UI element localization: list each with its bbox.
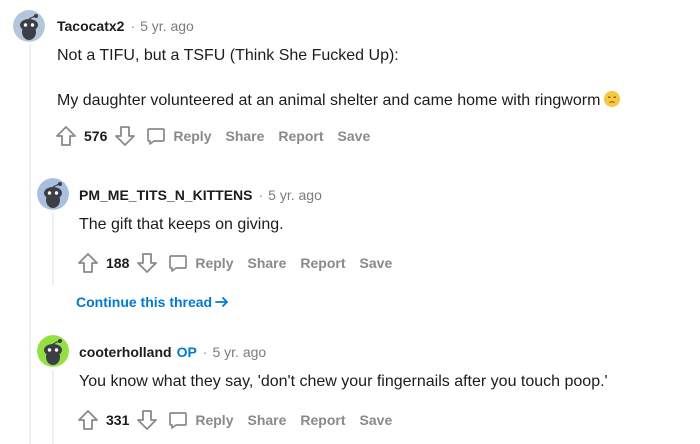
report-button[interactable]: Report (300, 255, 345, 271)
comment-meta: PM_ME_TITS_N_KITTENS · 5 yr. ago (79, 187, 322, 203)
avatar[interactable] (13, 10, 45, 42)
save-button[interactable]: Save (360, 412, 393, 428)
comment-meta: Tacocatx2 · 5 yr. ago (57, 18, 194, 34)
arrow-right-icon (215, 297, 229, 307)
comment-actions: 188 Reply Share Report Save (76, 251, 392, 275)
upvote-arrow-icon[interactable] (54, 124, 78, 148)
reply-label: Reply (195, 255, 234, 271)
save-button[interactable]: Save (360, 255, 393, 271)
comment-meta: cooterholland OP · 5 yr. ago (79, 344, 266, 360)
separator-dot: · (258, 187, 264, 203)
share-button[interactable]: Share (225, 128, 264, 144)
comment-text-content: My daughter volunteered at an animal she… (57, 92, 601, 109)
vote-score: 188 (106, 255, 130, 271)
timestamp[interactable]: 5 yr. ago (140, 18, 194, 34)
vote-score: 331 (106, 412, 130, 428)
snoo-avatar-icon (37, 335, 69, 367)
op-badge: OP (176, 344, 197, 360)
reply-label: Reply (173, 128, 212, 144)
thread-line-child[interactable] (52, 213, 54, 285)
upvote-arrow-icon[interactable] (76, 408, 100, 432)
report-button[interactable]: Report (300, 412, 345, 428)
thread-line-op[interactable] (52, 370, 54, 444)
snoo-avatar-icon (13, 10, 45, 42)
unamused-face-emoji-icon (604, 91, 621, 107)
avatar[interactable] (37, 178, 69, 210)
username[interactable]: PM_ME_TITS_N_KITTENS (79, 187, 252, 203)
comment-text-line: Not a TIFU, but a TSFU (Think She Fucked… (57, 47, 399, 64)
comment-text-line: You know what they say, 'don't chew your… (79, 373, 608, 390)
share-button[interactable]: Share (247, 255, 286, 271)
downvote-arrow-icon[interactable] (135, 251, 159, 275)
username[interactable]: cooterholland (79, 344, 172, 360)
separator-dot: · (130, 18, 136, 34)
downvote-arrow-icon[interactable] (113, 124, 137, 148)
reply-button[interactable]: Reply (167, 252, 233, 274)
downvote-arrow-icon[interactable] (135, 408, 159, 432)
continue-thread-label: Continue this thread (76, 294, 213, 310)
comment-text-line: My daughter volunteered at an animal she… (57, 91, 621, 110)
timestamp[interactable]: 5 yr. ago (212, 344, 266, 360)
username[interactable]: Tacocatx2 (57, 18, 124, 34)
vote-score: 576 (84, 128, 108, 144)
thread-line-root[interactable] (29, 44, 31, 444)
upvote-arrow-icon[interactable] (76, 251, 100, 275)
comment-bubble-icon (169, 412, 188, 429)
reply-button[interactable]: Reply (167, 409, 233, 431)
comment-text-line: The gift that keeps on giving. (79, 216, 284, 233)
share-button[interactable]: Share (247, 412, 286, 428)
separator-dot: · (202, 344, 208, 360)
continue-thread-link[interactable]: Continue this thread (76, 294, 229, 310)
avatar[interactable] (37, 335, 69, 367)
comment-bubble-icon (169, 255, 188, 272)
reply-label: Reply (195, 412, 234, 428)
timestamp[interactable]: 5 yr. ago (268, 187, 322, 203)
comment-actions: 576 Reply Share Report Save (54, 124, 370, 148)
snoo-avatar-icon (37, 178, 69, 210)
reply-button[interactable]: Reply (145, 125, 211, 147)
report-button[interactable]: Report (278, 128, 323, 144)
comment-actions: 331 Reply Share Report Save (76, 408, 392, 432)
save-button[interactable]: Save (338, 128, 371, 144)
comment-bubble-icon (147, 128, 166, 145)
